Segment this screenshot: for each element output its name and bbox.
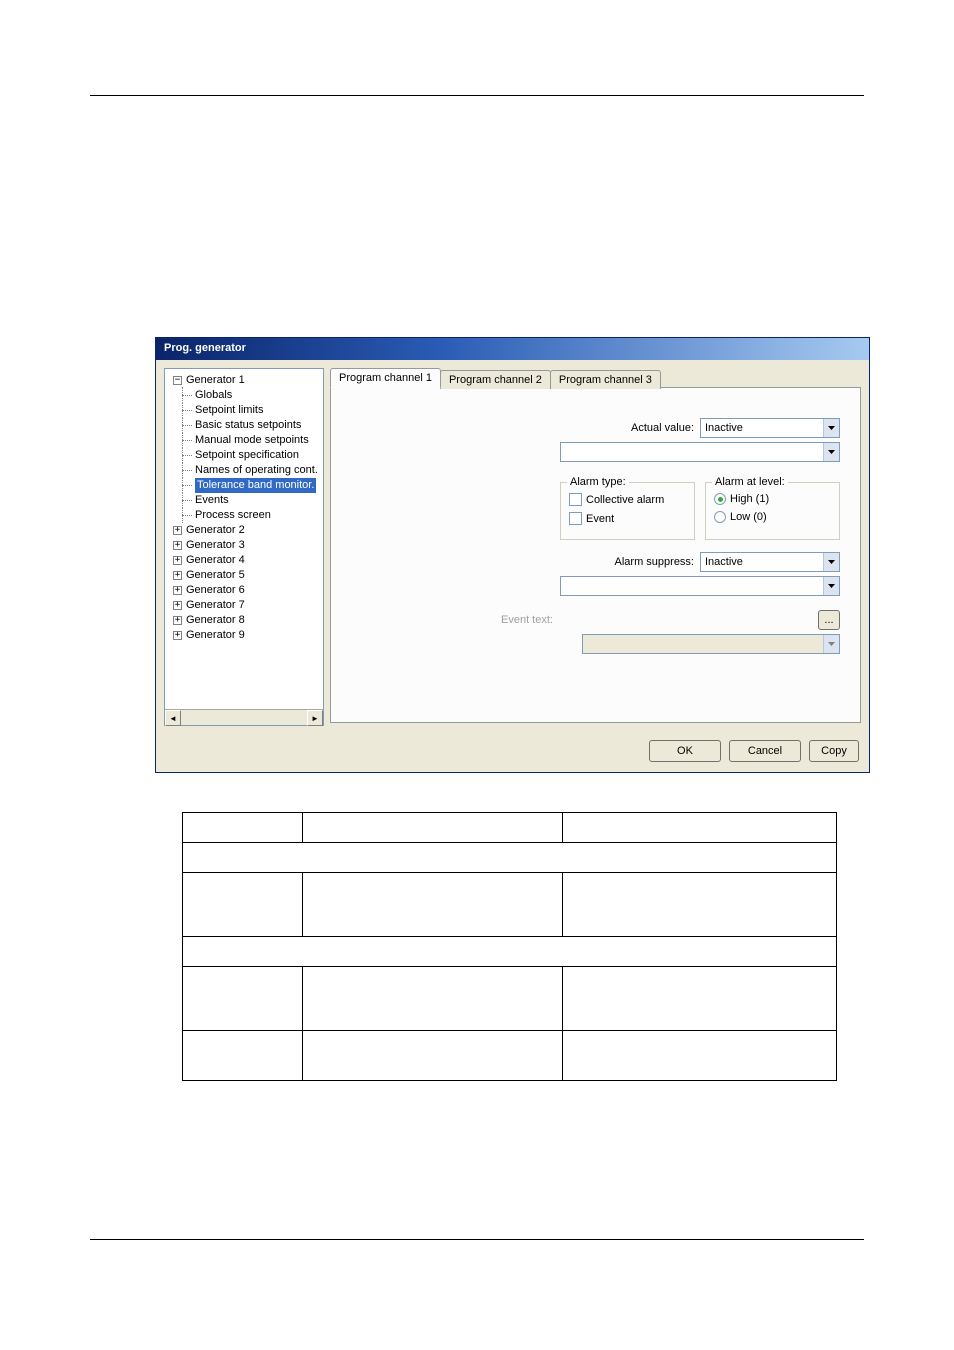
- tree-node-generator-3[interactable]: +Generator 3: [167, 538, 321, 553]
- table-cell: [183, 1031, 303, 1081]
- table-cell: [303, 967, 563, 1031]
- table-cell: [303, 873, 563, 937]
- alarm-at-level-group: Alarm at level: High (1) Low (0): [705, 482, 840, 540]
- bottom-divider: [90, 1239, 864, 1240]
- tree-node-generator-7[interactable]: +Generator 7: [167, 598, 321, 613]
- chevron-down-icon[interactable]: [823, 635, 839, 653]
- tab-strip: Program channel 1 Program channel 2 Prog…: [330, 368, 861, 387]
- table-cell: [563, 1031, 837, 1081]
- table-cell: [183, 967, 303, 1031]
- actual-value-secondary-select[interactable]: [560, 442, 840, 462]
- table-cell: [303, 1031, 563, 1081]
- ok-button[interactable]: OK: [649, 740, 721, 762]
- table-cell: [563, 813, 837, 843]
- table-cell: [183, 873, 303, 937]
- cancel-button[interactable]: Cancel: [729, 740, 801, 762]
- alarm-suppress-select[interactable]: Inactive: [700, 552, 840, 572]
- tree-node-generator-4[interactable]: +Generator 4: [167, 553, 321, 568]
- expand-icon[interactable]: +: [173, 586, 182, 595]
- spec-table: [182, 812, 837, 1081]
- expand-icon[interactable]: +: [173, 616, 182, 625]
- tree-node-generator-6[interactable]: +Generator 6: [167, 583, 321, 598]
- alarm-level-high-radio[interactable]: High (1): [714, 493, 831, 505]
- expand-icon[interactable]: +: [173, 541, 182, 550]
- event-text-label: Event text:: [491, 614, 818, 626]
- table-cell: [183, 813, 303, 843]
- actual-value-select[interactable]: Inactive: [700, 418, 840, 438]
- tree-node-tolerance-band-monitor[interactable]: Tolerance band monitor.: [167, 478, 321, 493]
- table-cell-span: [183, 843, 837, 873]
- tab-program-channel-3[interactable]: Program channel 3: [550, 370, 661, 389]
- checkbox-icon: [569, 493, 582, 506]
- tree-horizontal-scrollbar[interactable]: ◄ ►: [165, 709, 323, 725]
- alarm-suppress-secondary-select[interactable]: [560, 576, 840, 596]
- tab-program-channel-1[interactable]: Program channel 1: [330, 368, 441, 388]
- chevron-down-icon[interactable]: [823, 553, 839, 571]
- tree-node-generator-5[interactable]: +Generator 5: [167, 568, 321, 583]
- collapse-icon[interactable]: −: [173, 376, 182, 385]
- prog-generator-dialog: Prog. generator − Generator 1 Globals Se…: [155, 337, 870, 773]
- dialog-button-row: OK Cancel Copy: [156, 734, 869, 772]
- radio-checked-icon: [714, 493, 726, 505]
- tree-node-names-operating-cont[interactable]: Names of operating cont.: [167, 463, 321, 478]
- alarm-type-group: Alarm type: Collective alarm Event: [560, 482, 695, 540]
- dialog-title: Prog. generator: [164, 342, 246, 354]
- tree-node-globals[interactable]: Globals: [167, 388, 321, 403]
- table-row: [183, 843, 837, 873]
- expand-icon[interactable]: +: [173, 631, 182, 640]
- tree-node-process-screen[interactable]: Process screen: [167, 508, 321, 523]
- alarm-level-low-radio[interactable]: Low (0): [714, 511, 831, 523]
- tree-node-setpoint-limits[interactable]: Setpoint limits: [167, 403, 321, 418]
- table-cell: [563, 967, 837, 1031]
- table-cell-span: [183, 937, 837, 967]
- tree-node-events[interactable]: Events: [167, 493, 321, 508]
- tab-body: Actual value: Inactive: [330, 387, 861, 723]
- top-divider: [90, 95, 864, 96]
- radio-icon: [714, 511, 726, 523]
- tree-node-basic-status-setpoints[interactable]: Basic status setpoints: [167, 418, 321, 433]
- expand-icon[interactable]: +: [173, 526, 182, 535]
- expand-icon[interactable]: +: [173, 571, 182, 580]
- table-cell: [303, 813, 563, 843]
- table-row: [183, 967, 837, 1031]
- tree-node-generator-9[interactable]: +Generator 9: [167, 628, 321, 643]
- scroll-right-icon[interactable]: ►: [307, 710, 323, 726]
- expand-icon[interactable]: +: [173, 601, 182, 610]
- scroll-left-icon[interactable]: ◄: [165, 710, 181, 726]
- tree-node-generator-8[interactable]: +Generator 8: [167, 613, 321, 628]
- table-row: [183, 937, 837, 967]
- alarm-suppress-label: Alarm suppress:: [615, 556, 700, 568]
- tab-program-channel-2[interactable]: Program channel 2: [440, 370, 551, 389]
- chevron-down-icon[interactable]: [823, 443, 839, 461]
- tree-node-generator-1[interactable]: − Generator 1: [167, 373, 321, 388]
- table-row: [183, 1031, 837, 1081]
- alarm-at-level-legend: Alarm at level:: [712, 476, 788, 488]
- tree-node-manual-mode-setpoints[interactable]: Manual mode setpoints: [167, 433, 321, 448]
- table-cell: [563, 873, 837, 937]
- event-text-browse-button[interactable]: ...: [818, 610, 840, 630]
- form-pane: Program channel 1 Program channel 2 Prog…: [330, 368, 861, 726]
- tree-node-generator-2[interactable]: +Generator 2: [167, 523, 321, 538]
- alarm-type-legend: Alarm type:: [567, 476, 629, 488]
- tree-navigation[interactable]: − Generator 1 Globals Setpoint limits Ba…: [164, 368, 324, 726]
- expand-icon[interactable]: +: [173, 556, 182, 565]
- actual-value-label: Actual value:: [631, 422, 700, 434]
- collective-alarm-checkbox[interactable]: Collective alarm: [569, 493, 686, 506]
- event-text-select[interactable]: [582, 634, 840, 654]
- dialog-title-bar[interactable]: Prog. generator: [156, 338, 869, 360]
- copy-button[interactable]: Copy: [809, 740, 859, 762]
- chevron-down-icon[interactable]: [823, 419, 839, 437]
- table-row: [183, 873, 837, 937]
- chevron-down-icon[interactable]: [823, 577, 839, 595]
- tree-node-setpoint-specification[interactable]: Setpoint specification: [167, 448, 321, 463]
- event-checkbox[interactable]: Event: [569, 512, 686, 525]
- table-row: [183, 813, 837, 843]
- checkbox-icon: [569, 512, 582, 525]
